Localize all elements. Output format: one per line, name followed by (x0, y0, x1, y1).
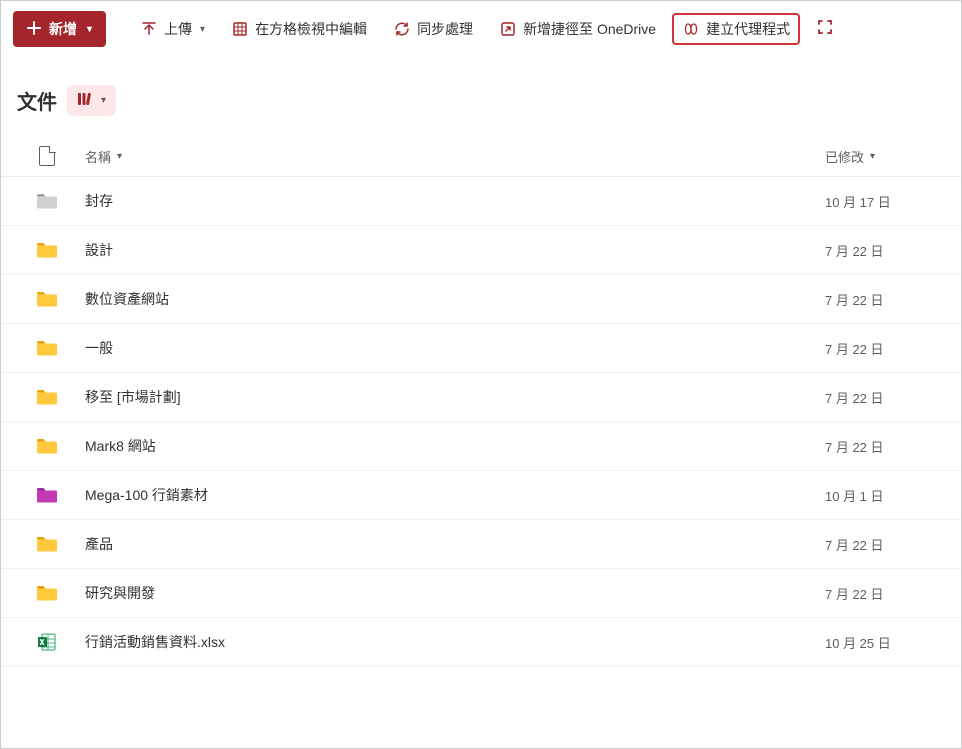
chevron-down-icon: ▾ (101, 95, 106, 106)
table-row[interactable]: 研究與開發 7 月 22 日 (1, 569, 961, 618)
column-name-header[interactable]: 名稱 ▾ (77, 147, 825, 166)
column-modified-label: 已修改 (825, 147, 864, 166)
shortcut-label: 新增捷徑至 OneDrive (523, 19, 656, 39)
chevron-down-icon: ▾ (870, 151, 875, 162)
row-name: 數位資產網站 (77, 289, 825, 309)
row-modified: 7 月 22 日 (825, 290, 945, 309)
row-name: 研究與開發 (77, 583, 825, 603)
row-modified: 10 月 1 日 (825, 486, 945, 505)
command-toolbar: 新增 ▾ 上傳 ▾ 在方格檢視中編輯 同步處理 新增捷徑至 OneDrive 建… (1, 1, 961, 57)
row-name: Mark8 網站 (77, 436, 825, 456)
row-name: 移至 [市場計劃] (77, 387, 825, 407)
row-icon (17, 535, 77, 553)
row-icon (17, 437, 77, 455)
upload-button[interactable]: 上傳 ▾ (130, 13, 215, 45)
row-modified: 10 月 25 日 (825, 633, 945, 652)
upload-label: 上傳 (164, 19, 192, 39)
view-toggle[interactable]: ▾ (67, 85, 116, 116)
sync-button[interactable]: 同步處理 (383, 13, 483, 45)
chevron-down-icon: ▾ (200, 24, 205, 35)
create-agent-button[interactable]: 建立代理程式 (672, 13, 800, 45)
chevron-down-icon: ▾ (87, 24, 92, 35)
row-name: 設計 (77, 240, 825, 260)
table-row[interactable]: 產品 7 月 22 日 (1, 520, 961, 569)
row-name: 產品 (77, 534, 825, 554)
grid-icon (231, 20, 249, 38)
row-icon (17, 388, 77, 406)
row-icon (17, 339, 77, 357)
list-header: 名稱 ▾ 已修改 ▾ (1, 136, 961, 177)
row-name: Mega-100 行銷素材 (77, 485, 825, 505)
row-icon (17, 632, 77, 652)
upload-icon (140, 20, 158, 38)
shortcut-button[interactable]: 新增捷徑至 OneDrive (489, 13, 666, 45)
row-name: 一般 (77, 338, 825, 358)
scan-icon[interactable] (810, 12, 840, 47)
row-modified: 7 月 22 日 (825, 437, 945, 456)
chevron-down-icon: ▾ (117, 151, 122, 162)
document-icon (39, 146, 55, 166)
row-modified: 7 月 22 日 (825, 584, 945, 603)
sync-icon (393, 20, 411, 38)
row-icon (17, 486, 77, 504)
row-icon (17, 192, 77, 210)
page-title: 文件 (17, 86, 57, 115)
table-row[interactable]: 封存 10 月 17 日 (1, 177, 961, 226)
column-icon-header[interactable] (17, 146, 77, 166)
row-name: 封存 (77, 191, 825, 211)
agent-label: 建立代理程式 (706, 19, 790, 39)
shortcut-icon (499, 20, 517, 38)
table-row[interactable]: 數位資產網站 7 月 22 日 (1, 275, 961, 324)
copilot-icon (682, 20, 700, 38)
row-modified: 7 月 22 日 (825, 339, 945, 358)
grid-edit-button[interactable]: 在方格檢視中編輯 (221, 13, 377, 45)
row-icon (17, 290, 77, 308)
new-button-label: 新增 (49, 19, 77, 39)
row-modified: 7 月 22 日 (825, 388, 945, 407)
page-header: 文件 ▾ (1, 57, 961, 136)
new-button[interactable]: 新增 ▾ (13, 11, 106, 47)
row-modified: 10 月 17 日 (825, 192, 945, 211)
column-modified-header[interactable]: 已修改 ▾ (825, 147, 945, 166)
table-row[interactable]: 行銷活動銷售資料.xlsx 10 月 25 日 (1, 618, 961, 667)
row-icon (17, 241, 77, 259)
plus-icon (27, 21, 41, 38)
library-icon (77, 91, 95, 110)
table-row[interactable]: 設計 7 月 22 日 (1, 226, 961, 275)
sync-label: 同步處理 (417, 19, 473, 39)
file-list: 名稱 ▾ 已修改 ▾ 封存 10 月 17 日 設計 7 月 22 日 數位資產… (1, 136, 961, 667)
column-name-label: 名稱 (85, 147, 111, 166)
row-modified: 7 月 22 日 (825, 535, 945, 554)
row-modified: 7 月 22 日 (825, 241, 945, 260)
table-row[interactable]: Mark8 網站 7 月 22 日 (1, 422, 961, 471)
row-icon (17, 584, 77, 602)
table-row[interactable]: 移至 [市場計劃] 7 月 22 日 (1, 373, 961, 422)
row-name: 行銷活動銷售資料.xlsx (77, 632, 825, 652)
grid-edit-label: 在方格檢視中編輯 (255, 19, 367, 39)
table-row[interactable]: Mega-100 行銷素材 10 月 1 日 (1, 471, 961, 520)
table-row[interactable]: 一般 7 月 22 日 (1, 324, 961, 373)
